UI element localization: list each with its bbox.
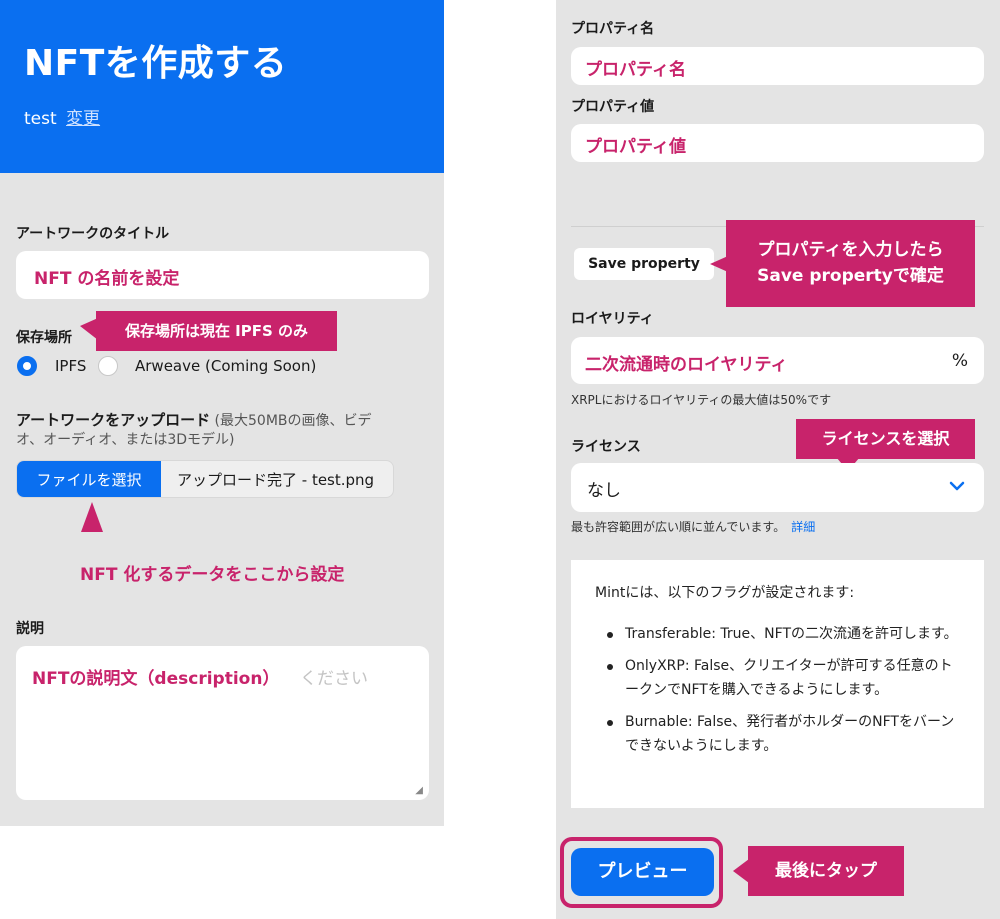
preview-callout: 最後にタップ [748,846,904,896]
storage-label: 保存場所 [16,330,72,346]
artwork-title-label: アートワークのタイトル [16,226,170,242]
property-name-input[interactable]: プロパティ名 [571,47,984,85]
description-label: 説明 [16,621,44,637]
create-nft-form-left: NFTを作成する test 変更 アートワークのタイトル NFT の名前を設定 … [0,0,444,826]
property-value-input[interactable]: プロパティ値 [571,124,984,162]
property-callout: プロパティを入力したら Save propertyで確定 [726,220,975,307]
percent-unit: % [951,351,968,371]
preview-callout-pointer [733,859,749,883]
radio-ipfs[interactable] [17,356,37,376]
royalty-annotation: 二次流通時のロイヤリティ [585,355,788,375]
preview-button[interactable]: プレビュー [571,848,714,896]
chevron-down-icon [949,481,965,491]
license-select[interactable]: なし [571,463,984,512]
radio-arweave-label: Arweave (Coming Soon) [135,357,317,375]
upload-callout-arrow [81,502,103,532]
property-name-annotation: プロパティ名 [585,60,686,80]
upload-status: アップロード完了 - test.png [177,471,375,489]
royalty-hint: XRPLにおけるロイヤリティの最大値は50%です [571,393,832,407]
flag-item-transferable: Transferable: True、NFTの二次流通を許可します。 [595,622,965,646]
flag-item-burnable: Burnable: False、発行者がホルダーのNFTをバーンできないようにし… [595,710,965,758]
change-account-link[interactable]: 変更 [66,109,100,129]
license-details-link[interactable]: 詳細 [791,520,815,534]
upload-callout: NFT 化するデータをここから設定 [80,565,345,585]
license-selected-value: なし [587,481,621,501]
description-textarea[interactable]: を入力してください NFTの説明文（description） ◢ [16,646,429,800]
flags-list: Transferable: True、NFTの二次流通を許可します。 OnlyX… [595,622,965,766]
flags-intro: Mintには、以下のフラグが設定されます: [595,585,855,601]
upload-label: アートワークをアップロード (最大50MBの画像、ビデオ、オーディオ、または3D… [16,411,372,448]
property-value-annotation: プロパティ値 [585,137,686,157]
save-property-button[interactable]: Save property [574,248,714,280]
artwork-title-input[interactable]: NFT の名前を設定 [16,251,429,299]
property-value-label: プロパティ値 [571,99,655,115]
license-hint: 最も許容範囲が広い順に並んでいます。 詳細 [571,520,816,534]
page-title: NFTを作成する [24,43,288,84]
storage-callout-pointer [80,318,98,340]
radio-ipfs-label: IPFS [55,357,87,375]
license-callout: ライセンスを選択 [796,419,975,459]
artwork-title-annotation: NFT の名前を設定 [34,269,180,289]
description-annotation: NFTの説明文（description） [32,669,280,689]
mint-flags-info: Mintには、以下のフラグが設定されます: Transferable: True… [571,560,984,808]
file-upload: ファイルを選択 アップロード完了 - test.png [16,460,394,498]
storage-callout: 保存場所は現在 IPFS のみ [96,311,337,351]
property-name-label: プロパティ名 [571,21,655,37]
choose-file-button[interactable]: ファイルを選択 [17,461,161,497]
account-name: test [24,109,57,129]
page-header: NFTを作成する test 変更 [0,0,444,173]
royalty-label: ロイヤリティ [571,311,654,327]
royalty-input[interactable]: 二次流通時のロイヤリティ % [571,337,984,384]
account-line: test 変更 [24,104,100,129]
license-label: ライセンス [571,439,641,455]
flag-item-onlyxrp: OnlyXRP: False、クリエイターが許可する任意のトークンでNFTを購入… [595,654,965,702]
resize-grip-icon[interactable]: ◢ [415,785,423,796]
radio-arweave[interactable] [98,356,118,376]
